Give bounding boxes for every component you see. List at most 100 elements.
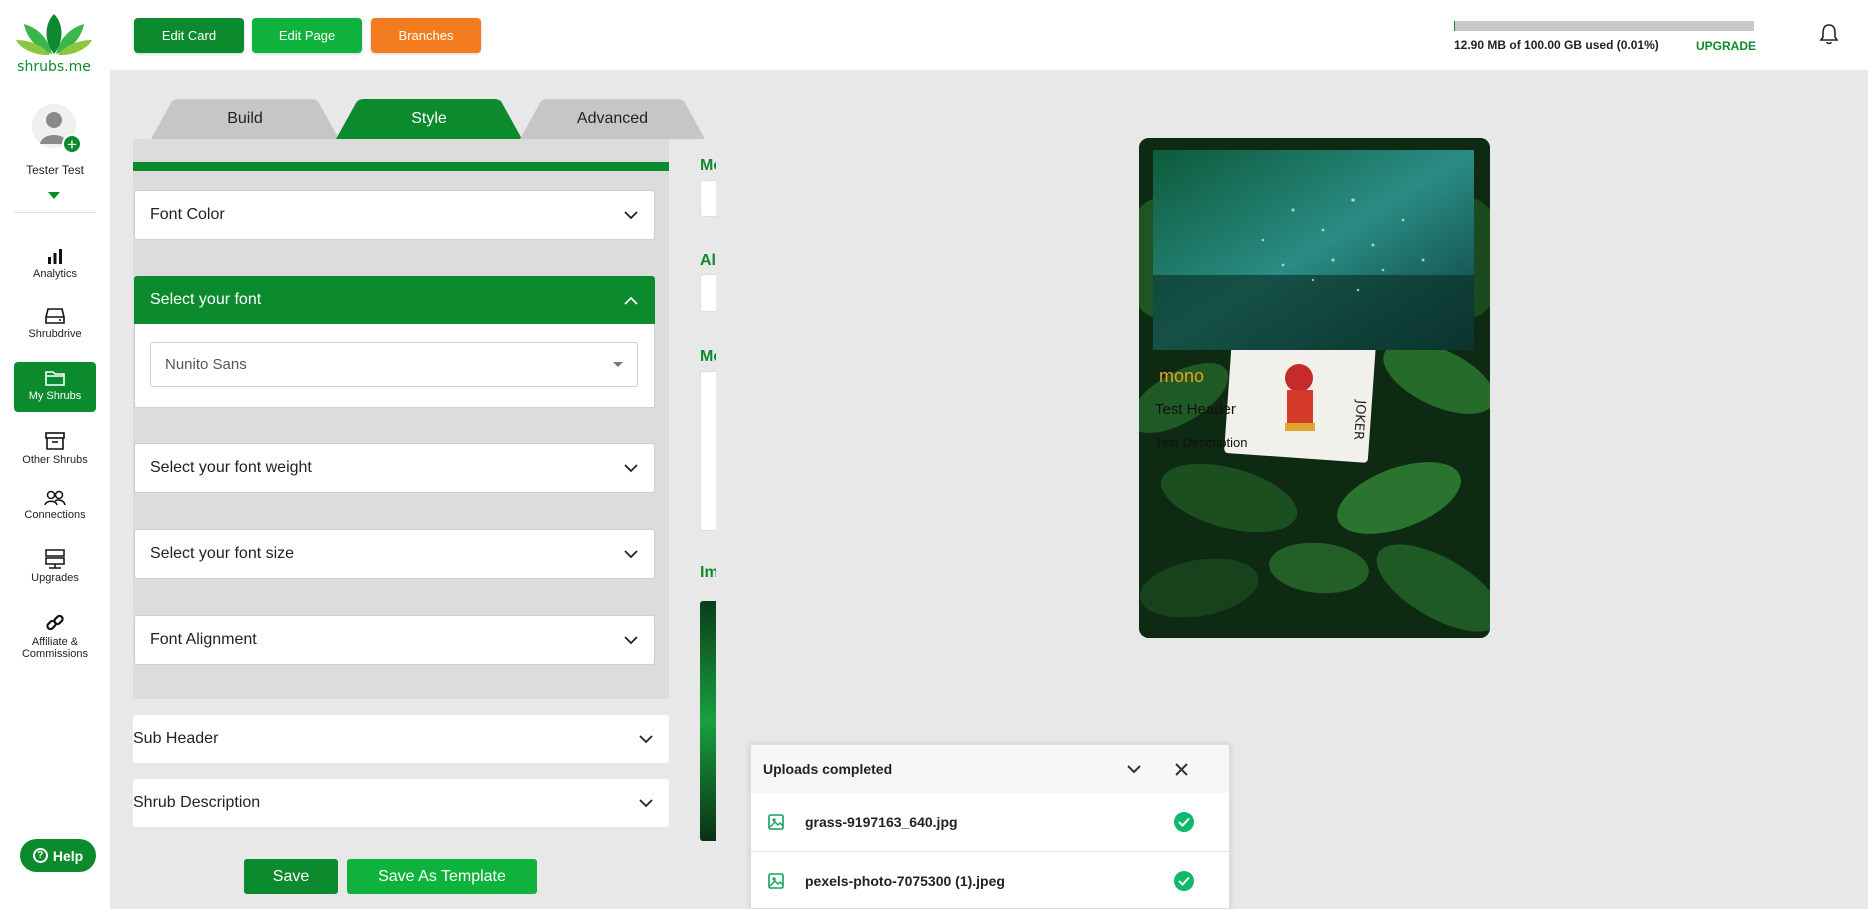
- bar-chart-icon: [48, 249, 62, 264]
- sidebar-item-my-shrubs[interactable]: My Shrubs: [14, 362, 96, 412]
- image-file-icon: [768, 872, 784, 889]
- side-panel-input[interactable]: [700, 180, 716, 217]
- accordion-label: Font Alignment: [150, 631, 257, 648]
- uploads-title: Uploads completed: [763, 761, 893, 777]
- side-panel-textarea[interactable]: [700, 371, 716, 531]
- archive-icon: [45, 432, 65, 450]
- side-panel-image[interactable]: [700, 601, 716, 841]
- font-alignment-accordion[interactable]: Font Alignment: [134, 615, 655, 665]
- check-circle-icon: [1174, 871, 1194, 891]
- help-label: Help: [52, 847, 84, 864]
- shrubs-logo[interactable]: shrubs.me: [14, 12, 94, 75]
- drive-icon: [45, 308, 65, 324]
- leaf-logo-icon: [16, 14, 92, 56]
- caret-down-icon: [613, 362, 623, 367]
- sidebar-item-other-shrubs[interactable]: Other Shrubs: [14, 424, 96, 474]
- side-panel-label: Im: [700, 564, 716, 581]
- font-size-accordion[interactable]: Select your font size: [134, 529, 655, 579]
- edit-card-button[interactable]: Edit Card: [134, 18, 244, 53]
- uploads-header: Uploads completed: [751, 745, 1229, 793]
- panel-accent-line: [133, 162, 669, 171]
- font-color-accordion[interactable]: Font Color: [134, 190, 655, 240]
- svg-text:JOKER: JOKER: [1350, 399, 1368, 441]
- sidebar-item-label: Other Shrubs: [22, 454, 88, 466]
- upload-item: pexels-photo-7075300 (1).jpeg: [751, 851, 1229, 909]
- sidebar-item-analytics[interactable]: Analytics: [14, 240, 96, 290]
- accordion-label: Shrub Description: [133, 794, 261, 811]
- sub-header-accordion[interactable]: Sub Header: [133, 715, 669, 763]
- sidebar-item-shrubdrive[interactable]: Shrubdrive: [14, 300, 96, 350]
- save-as-template-button[interactable]: Save As Template: [347, 859, 537, 894]
- people-icon: [44, 490, 66, 506]
- sidebar-divider: [14, 212, 96, 213]
- check-circle-icon: [1174, 812, 1194, 832]
- chevron-down-icon: [624, 635, 638, 644]
- uploads-panel: Uploads completed grass-9197163_640.jpg …: [750, 744, 1230, 909]
- clipped-side-panel: Mo Al Mo Im: [700, 139, 716, 909]
- edit-page-button[interactable]: Edit Page: [252, 18, 362, 53]
- rain-header-image[interactable]: [1153, 150, 1474, 350]
- select-font-accordion[interactable]: Select your font: [134, 276, 655, 324]
- sidebar-item-label: Affiliate &: [31, 636, 79, 648]
- user-name: Tester Test: [26, 163, 84, 177]
- tab-style[interactable]: Style: [336, 99, 522, 139]
- sidebar-item-label: Upgrades: [31, 572, 79, 584]
- accordion-label: Sub Header: [133, 730, 219, 747]
- chevron-down-icon: [624, 210, 638, 219]
- upload-item: grass-9197163_640.jpg: [751, 793, 1229, 851]
- bell-icon[interactable]: [1818, 22, 1840, 51]
- sidebar-item-label: Connections: [24, 509, 86, 521]
- sidebar-item-label: Analytics: [32, 268, 78, 280]
- side-panel-label: Al: [700, 252, 716, 269]
- sidebar: shrubs.me + Tester Test Analytics Shrubd…: [0, 0, 110, 909]
- help-button[interactable]: ? Help: [20, 839, 96, 872]
- collapse-chevron-icon[interactable]: [1127, 765, 1141, 774]
- font-family-select[interactable]: Nunito Sans: [150, 342, 638, 387]
- tab-label: Build: [227, 110, 263, 127]
- sidebar-item-affiliate[interactable]: Affiliate & Commissions: [14, 606, 96, 666]
- selected-font: Nunito Sans: [165, 356, 247, 373]
- accordion-label: Font Color: [150, 206, 225, 223]
- question-icon: ?: [32, 848, 48, 863]
- server-icon: [45, 549, 65, 569]
- accordion-label: Select your font weight: [150, 459, 312, 476]
- storage-progress: [1454, 21, 1754, 31]
- branches-button[interactable]: Branches: [371, 18, 481, 53]
- sidebar-item-label: Shrubdrive: [28, 328, 82, 340]
- brand-name: shrubs.me: [17, 59, 91, 75]
- tab-label: Style: [411, 110, 447, 127]
- preview-title: mono: [1159, 366, 1205, 386]
- close-icon[interactable]: [1174, 762, 1189, 777]
- tab-build[interactable]: Build: [151, 99, 339, 139]
- sidebar-item-label-line2: Commissions: [21, 648, 88, 660]
- chevron-down-icon: [639, 734, 653, 743]
- sidebar-item-label: My Shrubs: [28, 390, 82, 402]
- chevron-down-icon: [624, 549, 638, 558]
- upload-file-name: grass-9197163_640.jpg: [805, 814, 958, 830]
- folder-icon: [45, 371, 65, 386]
- chevron-down-icon: [639, 798, 653, 807]
- preview-description: Test Description: [1155, 435, 1248, 450]
- add-avatar-icon[interactable]: +: [62, 134, 82, 154]
- card-preview: JOKER mono Test Header Test Description: [1139, 138, 1490, 638]
- avatar[interactable]: +: [32, 104, 82, 154]
- storage-text: 12.90 MB of 100.00 GB used (0.01%): [1454, 38, 1659, 52]
- select-font-body: Nunito Sans: [134, 324, 655, 408]
- shrub-description-accordion[interactable]: Shrub Description: [133, 779, 669, 827]
- save-button[interactable]: Save: [244, 859, 338, 894]
- image-file-icon: [768, 814, 784, 830]
- sidebar-item-connections[interactable]: Connections: [14, 483, 96, 533]
- link-icon: [46, 614, 64, 631]
- font-weight-accordion[interactable]: Select your font weight: [134, 443, 655, 493]
- side-panel-input[interactable]: [700, 274, 716, 312]
- preview-header: Test Header: [1155, 401, 1236, 418]
- sidebar-item-upgrades[interactable]: Upgrades: [14, 542, 96, 592]
- upgrade-link[interactable]: UPGRADE: [1696, 39, 1756, 53]
- accordion-label: Select your font size: [150, 545, 295, 562]
- side-panel-label: Mo: [700, 157, 716, 174]
- user-menu-caret-icon[interactable]: [48, 192, 60, 199]
- upload-file-name: pexels-photo-7075300 (1).jpeg: [805, 872, 1005, 889]
- tab-advanced[interactable]: Advanced: [520, 99, 705, 139]
- accordion-label: Select your font: [150, 291, 262, 308]
- chevron-down-icon: [624, 463, 638, 472]
